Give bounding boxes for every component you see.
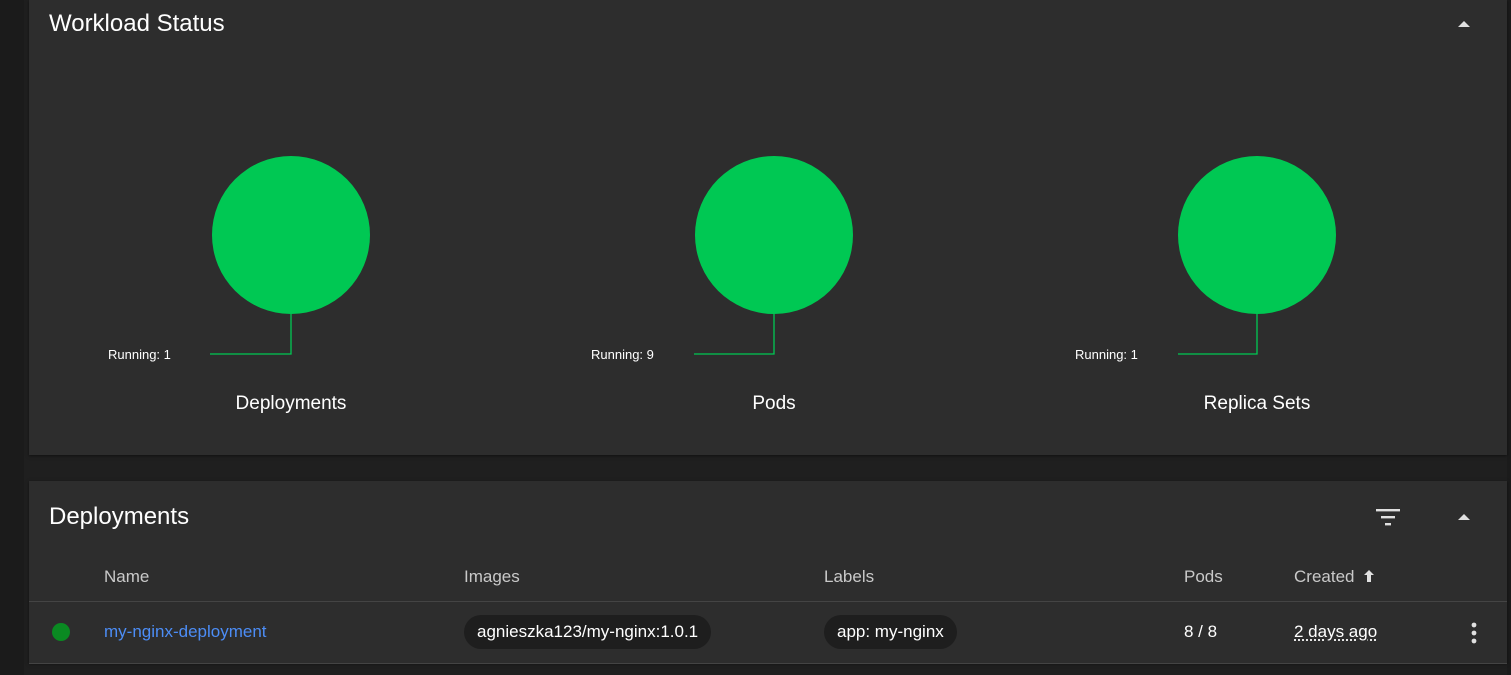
created-time: 2 days ago (1294, 622, 1378, 641)
pods-leader-line (694, 314, 775, 355)
replica-sets-chart-title: Replica Sets (1203, 393, 1311, 414)
more-vert-icon (1471, 622, 1477, 644)
column-header-pods[interactable]: Pods (1184, 567, 1223, 587)
workload-status-title: Workload Status (49, 10, 225, 37)
deployments-running-label: Running: 1 (108, 347, 171, 362)
collapse-deployments-button[interactable] (1450, 503, 1478, 531)
filter-icon (1376, 509, 1400, 526)
pods-pie-chart (694, 156, 853, 355)
arrow-up-icon (1364, 570, 1375, 582)
created-header-label: Created (1294, 567, 1355, 586)
column-header-labels[interactable]: Labels (824, 567, 874, 587)
pods-running-slice[interactable] (695, 156, 853, 314)
pods-chart-title: Pods (752, 393, 796, 414)
column-header-images[interactable]: Images (464, 567, 520, 587)
replica-sets-running-label: Running: 1 (1075, 347, 1138, 362)
table-header: Name Images Labels Pods Created (29, 565, 1507, 602)
table-row: my-nginx-deployment agnieszka123/my-ngin… (29, 602, 1507, 664)
deployments-card: Deployments Name Images Labels Pods Crea… (29, 481, 1507, 664)
collapse-workload-button[interactable] (1450, 10, 1478, 38)
chevron-up-icon (1458, 514, 1470, 520)
replica-sets-leader-line (1178, 314, 1258, 355)
image-chip: agnieszka123/my-nginx:1.0.1 (464, 615, 712, 649)
scrollbar-track[interactable] (1507, 0, 1511, 675)
column-header-created[interactable]: Created (1294, 567, 1375, 587)
pods-running-label: Running: 9 (591, 347, 654, 362)
deployment-name-link[interactable]: my-nginx-deployment (104, 622, 267, 642)
column-header-name[interactable]: Name (104, 567, 149, 587)
label-chip: app: my-nginx (824, 615, 957, 649)
side-nav-edge (0, 0, 24, 675)
deployments-chart-title: Deployments (235, 393, 347, 414)
replica-sets-pie-chart (1178, 156, 1336, 355)
deployments-running-slice[interactable] (212, 156, 370, 314)
row-actions-button[interactable] (1462, 620, 1486, 646)
replica-sets-running-slice[interactable] (1178, 156, 1336, 314)
status-running-icon (52, 623, 70, 641)
workload-status-card: Workload Status Running: 1 Deployments R… (29, 0, 1507, 455)
deployments-leader-line (210, 314, 292, 355)
chevron-up-icon (1458, 21, 1470, 27)
filter-button[interactable] (1374, 503, 1402, 531)
pods-count: 8 / 8 (1184, 622, 1218, 641)
deployments-pie-chart (210, 156, 370, 355)
deployments-title: Deployments (49, 503, 190, 530)
